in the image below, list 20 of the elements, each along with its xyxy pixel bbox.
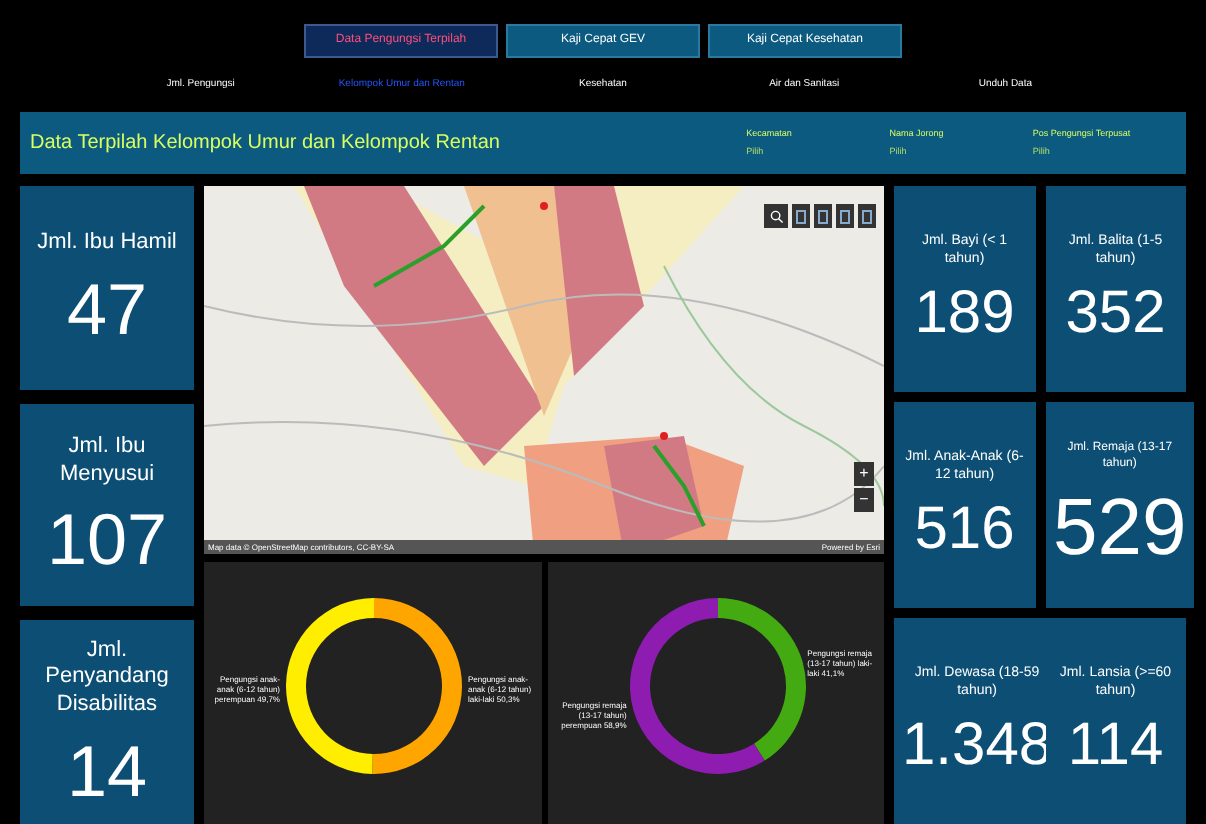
banner-title: Data Terpilah Kelompok Umur dan Kelompok Rentan <box>30 130 502 158</box>
stat-label: Jml. Penyandang Disabilitas <box>43 637 171 720</box>
stat-label: Jml. Ibu Hamil <box>37 229 177 258</box>
stat-value: 107 <box>46 504 168 577</box>
zoom-out-button[interactable]: − <box>854 488 874 512</box>
zoom-in-button[interactable]: + <box>854 462 874 486</box>
stat-value: 1.348 <box>902 716 1053 777</box>
stat-value: 14 <box>66 735 148 808</box>
search-icon[interactable] <box>764 204 788 228</box>
map-tool-icon[interactable] <box>792 204 810 228</box>
map-tool-icon[interactable] <box>814 204 832 228</box>
stat-value: 529 <box>1053 488 1187 568</box>
stat-value: 114 <box>1067 716 1164 777</box>
stat-value: 516 <box>914 500 1015 561</box>
stat-value: 352 <box>1065 284 1166 345</box>
stat-label: Jml. Ibu Menyusui <box>57 433 157 489</box>
stat-value: 47 <box>66 273 148 346</box>
map-tool-icon[interactable] <box>836 204 854 228</box>
map-tool-icon[interactable] <box>858 204 876 228</box>
stat-value: 189 <box>914 284 1015 345</box>
